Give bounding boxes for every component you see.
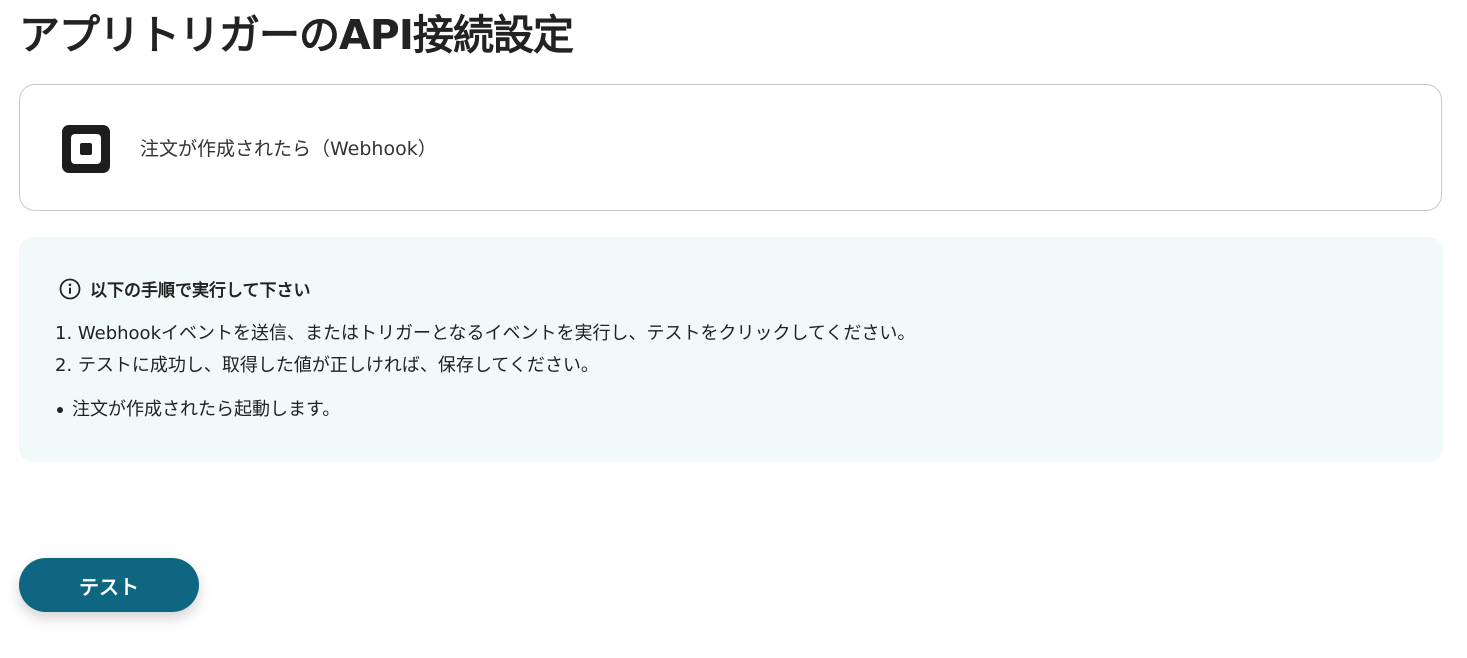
info-circle-icon bbox=[59, 278, 81, 299]
instructions-heading: 以下の手順で実行して下さい bbox=[59, 276, 311, 301]
square-app-icon bbox=[62, 125, 110, 173]
instructions-panel: 以下の手順で実行して下さい 1. Webhookイベントを送信、またはトリガーと… bbox=[19, 237, 1443, 462]
instruction-step: 2. テストに成功し、取得した値が正しければ、保存してください。 bbox=[55, 355, 599, 376]
instruction-step: 1. Webhookイベントを送信、またはトリガーとなるイベントを実行し、テスト… bbox=[55, 323, 916, 344]
instruction-steps: 1. Webhookイベントを送信、またはトリガーとなるイベントを実行し、テスト… bbox=[55, 318, 915, 382]
bullet-dot-icon bbox=[57, 407, 63, 413]
instruction-note-text: 注文が作成されたら起動します。 bbox=[72, 399, 341, 420]
instruction-note: 注文が作成されたら起動します。 bbox=[55, 395, 340, 425]
instructions-heading-text: 以下の手順で実行して下さい bbox=[90, 281, 311, 301]
page-title: アプリトリガーのAPI接続設定 bbox=[19, 11, 574, 59]
instruction-notes: 注文が作成されたら起動します。 bbox=[55, 395, 340, 425]
test-button[interactable]: テスト bbox=[19, 558, 199, 612]
trigger-label: 注文が作成されたら（Webhook） bbox=[140, 138, 437, 160]
trigger-card: 注文が作成されたら（Webhook） bbox=[19, 84, 1442, 211]
